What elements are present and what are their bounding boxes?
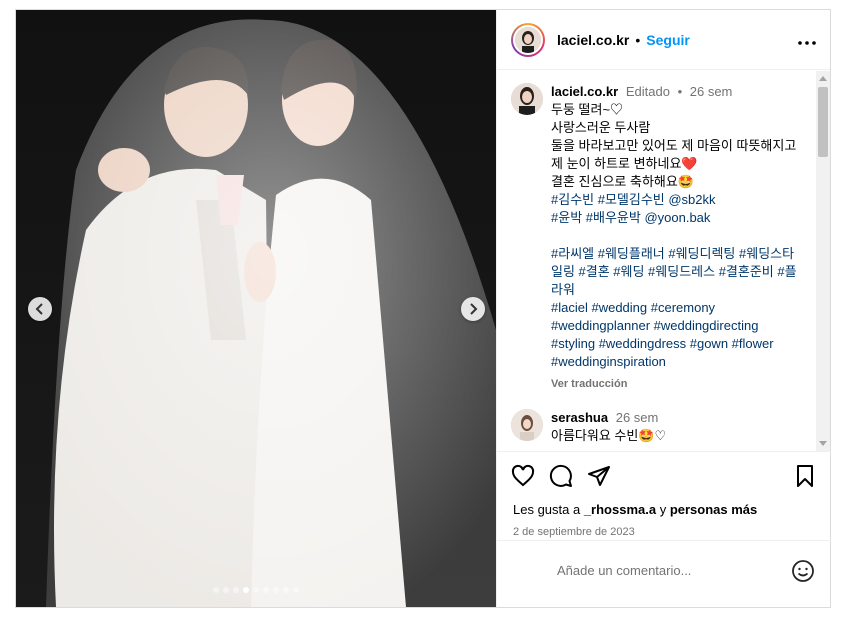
caption-bullet: • (677, 84, 683, 99)
caption-hashtags[interactable]: #라씨엘 #웨딩플래너 #웨딩디렉팅 #웨딩스타일링 #결혼 #웨딩 #웨딩드레… (551, 245, 806, 299)
caption-line: 제 눈이 하트로 변하네요❤️ (551, 156, 698, 171)
caption-time[interactable]: 26 sem (690, 84, 733, 99)
header-username[interactable]: laciel.co.kr (557, 32, 629, 48)
carousel-dot (273, 587, 279, 593)
carousel-dot (223, 587, 229, 593)
chevron-right-icon (470, 303, 478, 315)
caption: laciel.co.kr Editado • 26 sem 두둥 떨려~♡ 사랑… (497, 71, 831, 393)
comment-text: 아름다워요 수빈🤩♡ (551, 428, 667, 443)
follow-button[interactable]: Seguir (646, 32, 690, 48)
carousel-dot (233, 587, 239, 593)
likes-others[interactable]: personas más (670, 502, 757, 517)
carousel-dot (263, 587, 269, 593)
carousel-dot (293, 587, 299, 593)
carousel-indicator (16, 587, 496, 593)
post-header: laciel.co.kr • Seguir (497, 10, 830, 70)
caption-username[interactable]: laciel.co.kr (551, 84, 618, 99)
comment-username[interactable]: serashua (551, 410, 608, 425)
carousel-dot (283, 587, 289, 593)
carousel-dot-active (243, 587, 249, 593)
post-actions: Les gusta a _rhossma.a y personas más 2 … (497, 451, 831, 600)
post-date[interactable]: 2 de septiembre de 2023 (497, 517, 831, 538)
header-separator: • (635, 31, 641, 48)
likes-summary: Les gusta a _rhossma.a y personas más (497, 488, 831, 517)
caption-line: 둘을 바라보고만 있어도 제 마음이 따뜻해지고 (551, 138, 797, 153)
share-send-icon[interactable] (587, 464, 611, 488)
caption-hashtags[interactable]: #laciel #wedding #ceremony #weddingplann… (551, 299, 806, 371)
edited-label: Editado (625, 84, 670, 99)
caption-hashtags[interactable]: #김수빈 #모델김수빈 @sb2kk (551, 191, 806, 209)
scroll-down-icon[interactable] (819, 441, 827, 446)
caption-avatar[interactable] (511, 83, 543, 115)
save-bookmark-icon[interactable] (793, 464, 817, 488)
carousel-dot (253, 587, 259, 593)
likes-middle: y (656, 502, 670, 517)
more-options-icon[interactable] (798, 29, 816, 50)
like-heart-icon[interactable] (511, 464, 535, 488)
see-translation-link[interactable]: Ver traducción (551, 375, 806, 393)
post-media[interactable] (16, 10, 496, 607)
comments-section[interactable]: laciel.co.kr Editado • 26 sem 두둥 떨려~♡ 사랑… (497, 71, 831, 451)
instagram-post: laciel.co.kr • Seguir laciel.co.kr Edita… (15, 9, 831, 608)
comments-scrollbar[interactable] (816, 71, 830, 451)
caption-line: 두둥 떨려~♡ (551, 102, 624, 117)
caption-line: 사랑스러운 두사람 (551, 120, 651, 135)
likes-user[interactable]: _rhossma.a (584, 502, 656, 517)
caption-hashtags[interactable]: #윤박 #배우윤박 @yoon.bak (551, 209, 806, 227)
likes-prefix: Les gusta a (513, 502, 584, 517)
caption-line: 결혼 진심으로 축하해요🤩 (551, 174, 695, 189)
scroll-thumb[interactable] (818, 87, 828, 157)
comment-time: 26 sem (615, 410, 659, 425)
prev-arrow-button[interactable] (28, 297, 52, 321)
comment-bubble-icon[interactable] (549, 464, 573, 488)
chevron-left-icon (35, 303, 43, 315)
add-comment-input[interactable]: Añade un comentario... (557, 563, 691, 578)
next-arrow-button[interactable] (461, 297, 485, 321)
carousel-dot (213, 587, 219, 593)
scroll-up-icon[interactable] (819, 76, 827, 81)
comment-item: serashua 26 sem 아름다워요 수빈🤩♡ (497, 393, 831, 445)
story-ring[interactable] (511, 22, 545, 57)
wedding-photo (16, 10, 496, 607)
emoji-icon[interactable] (791, 559, 815, 583)
post-side-panel: laciel.co.kr • Seguir laciel.co.kr Edita… (496, 10, 831, 607)
add-comment-bar: Añade un comentario... (497, 540, 831, 600)
avatar (513, 24, 543, 55)
comment-avatar[interactable] (511, 409, 543, 441)
